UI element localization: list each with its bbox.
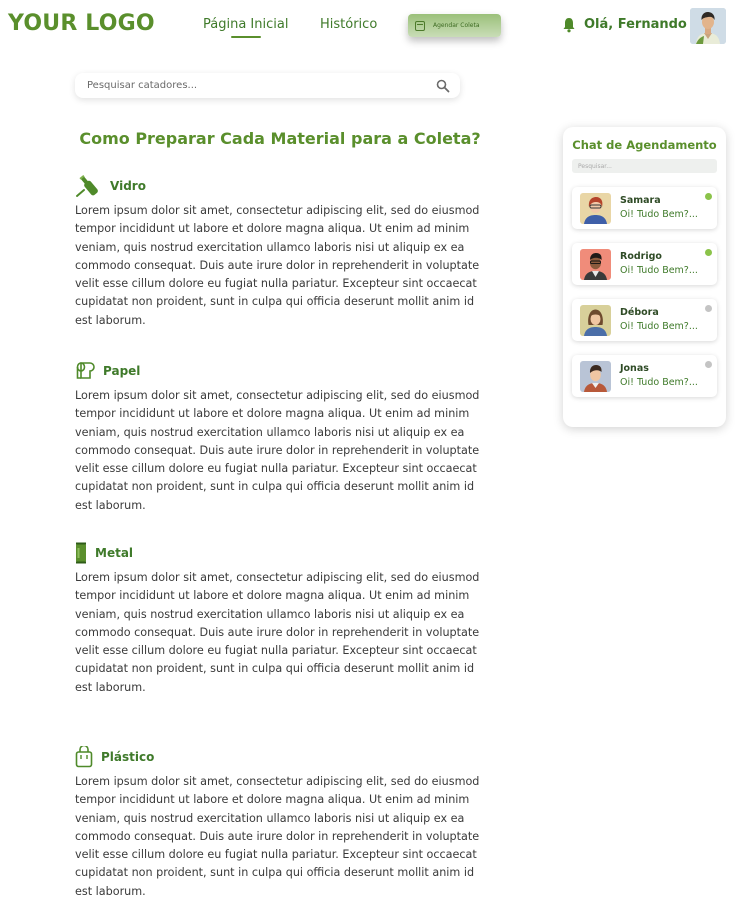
contact-name: Samara [620, 195, 661, 206]
contact-last-message: Oi! Tudo Bem?... [620, 209, 698, 220]
nav-history-link[interactable]: Histórico [320, 17, 377, 32]
user-greeting: Olá, Fernando [584, 17, 687, 32]
metal-can-icon [76, 542, 86, 564]
offline-status-dot [705, 305, 712, 312]
section-text: Lorem ipsum dolor sit amet, consectetur … [75, 775, 480, 898]
active-nav-indicator [231, 36, 261, 38]
contact-last-message: Oi! Tudo Bem?... [620, 265, 698, 276]
material-section-plastico: Plástico Lorem ipsum dolor sit amet, con… [75, 745, 480, 901]
plastic-bag-icon [75, 746, 93, 768]
section-title: Vidro [110, 179, 146, 193]
search-bar [75, 73, 460, 98]
glass-bottle-icon [76, 174, 98, 197]
material-section-papel: Papel Lorem ipsum dolor sit amet, consec… [75, 359, 480, 515]
chat-contact-samara[interactable]: Samara Oi! Tudo Bem?... [572, 187, 717, 229]
chat-contact-debora[interactable]: Débora Oi! Tudo Bem?... [572, 299, 717, 341]
contact-name: Rodrigo [620, 251, 662, 262]
logo[interactable]: YOUR LOGO [8, 11, 155, 36]
paper-roll-icon [76, 362, 95, 379]
schedule-pickup-button[interactable]: Agendar Coleta [408, 14, 501, 37]
avatar [580, 305, 611, 336]
search-icon[interactable] [436, 79, 450, 93]
chat-contact-rodrigo[interactable]: Rodrigo Oi! Tudo Bem?... [572, 243, 717, 285]
nav-home-link[interactable]: Página Inicial [203, 17, 289, 38]
contact-name: Débora [620, 307, 659, 318]
section-text: Lorem ipsum dolor sit amet, consectetur … [75, 389, 480, 512]
section-title: Plástico [101, 750, 155, 764]
chat-title: Chat de Agendamento [572, 138, 717, 152]
schedule-pickup-label: Agendar Coleta [433, 22, 480, 29]
search-input[interactable] [85, 79, 436, 92]
page-title: Como Preparar Cada Material para a Colet… [79, 129, 481, 148]
section-text: Lorem ipsum dolor sit amet, consectetur … [75, 204, 480, 327]
user-avatar[interactable] [690, 8, 726, 44]
section-text: Lorem ipsum dolor sit amet, consectetur … [75, 571, 480, 694]
section-title: Papel [103, 364, 141, 378]
nav-history-label: Histórico [320, 17, 378, 32]
offline-status-dot [705, 361, 712, 368]
avatar [580, 249, 611, 280]
avatar [580, 361, 611, 392]
material-section-metal: Metal Lorem ipsum dolor sit amet, consec… [75, 541, 480, 697]
bell-icon[interactable] [562, 17, 576, 33]
online-status-dot [705, 249, 712, 256]
contact-last-message: Oi! Tudo Bem?... [620, 321, 698, 332]
chat-contact-jonas[interactable]: Jonas Oi! Tudo Bem?... [572, 355, 717, 397]
avatar [580, 193, 611, 224]
contact-last-message: Oi! Tudo Bem?... [620, 377, 698, 388]
scheduling-chat-panel: Chat de Agendamento Samara Oi! Tudo Bem?… [563, 127, 726, 427]
online-status-dot [705, 193, 712, 200]
contact-name: Jonas [620, 363, 649, 374]
chat-search-input[interactable] [572, 159, 717, 173]
material-section-vidro: Vidro Lorem ipsum dolor sit amet, consec… [75, 174, 480, 330]
section-title: Metal [95, 546, 134, 560]
calendar-icon [415, 20, 425, 31]
nav-home-label: Página Inicial [203, 17, 289, 32]
